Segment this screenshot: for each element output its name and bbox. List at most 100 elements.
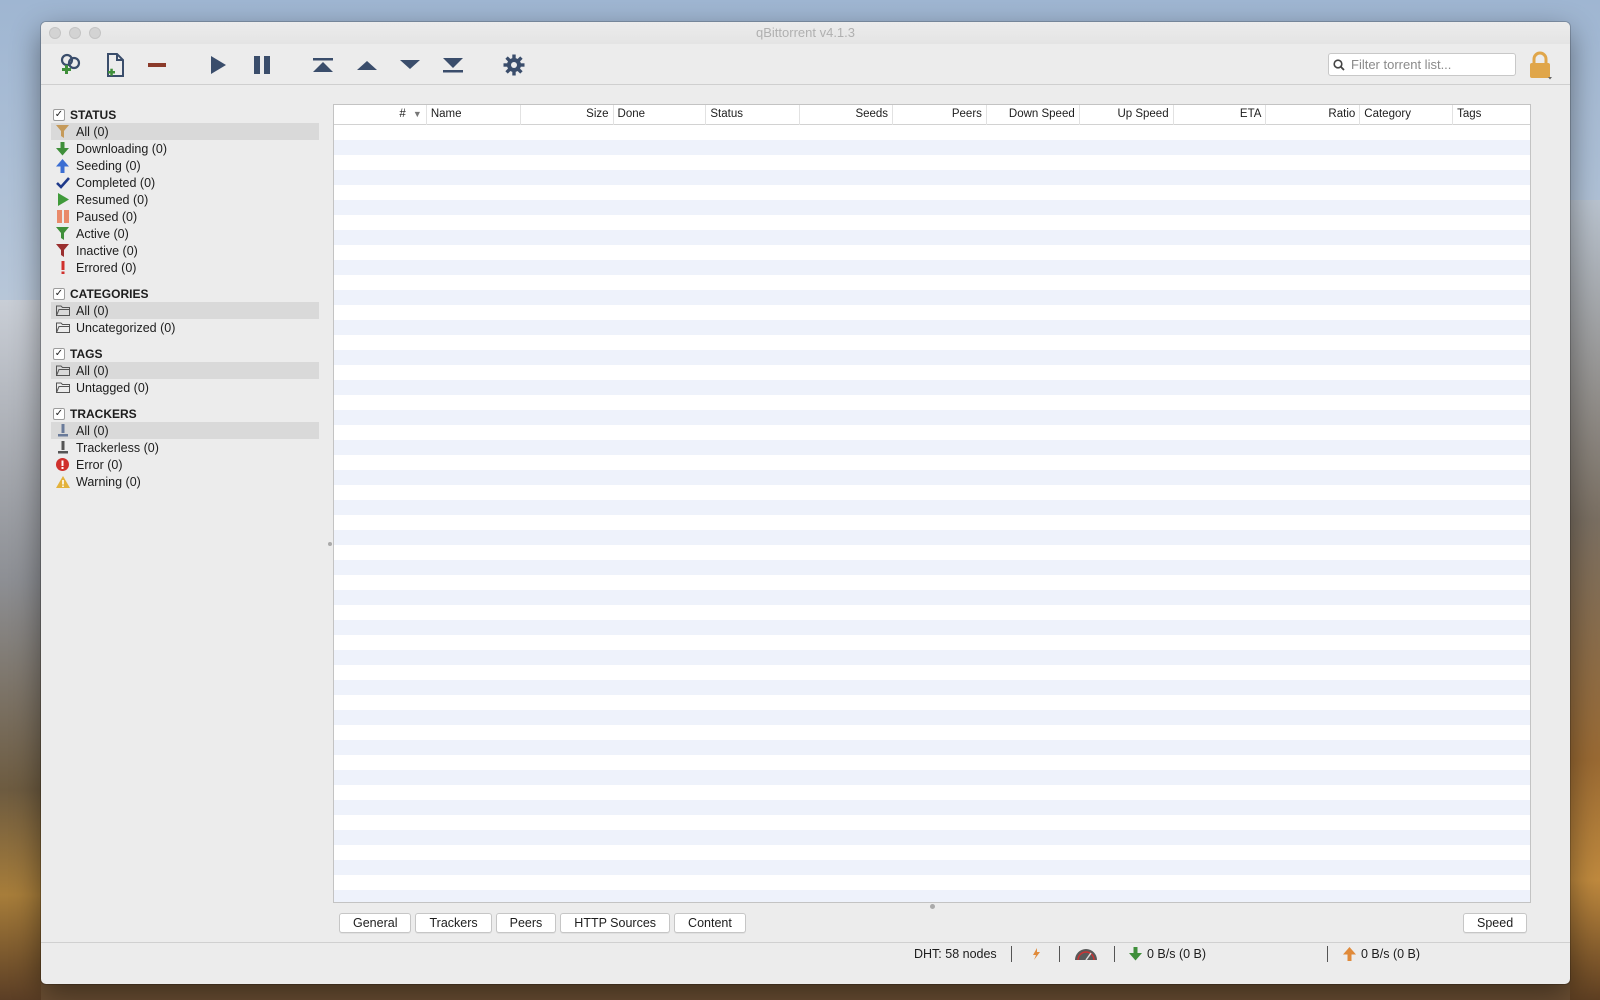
column-header-peers[interactable]: Peers (893, 105, 987, 125)
move-down-button[interactable] (395, 50, 425, 80)
arrow-down-icon (1129, 947, 1142, 961)
tag-filter-untagged[interactable]: Untagged (0) (51, 379, 319, 396)
connection-status-button[interactable] (1030, 945, 1042, 963)
empty-table-row (334, 845, 1530, 860)
empty-table-row (334, 260, 1530, 275)
status-filter-downloading[interactable]: Downloading (0) (51, 140, 319, 157)
column-header-name[interactable]: Name (427, 105, 521, 125)
status-filter-all[interactable]: All (0) (51, 123, 319, 140)
add-torrent-file-button[interactable] (100, 50, 130, 80)
status-filter-paused[interactable]: Paused (0) (51, 208, 319, 225)
tracker-filter-trackerless[interactable]: Trackerless (0) (51, 439, 319, 456)
category-filter-uncategorized[interactable]: Uncategorized (0) (51, 319, 319, 336)
column-label: # (399, 108, 406, 120)
toolbar (41, 44, 1570, 85)
column-label: Size (586, 108, 609, 120)
empty-table-row (334, 725, 1530, 740)
category-filter-all[interactable]: All (0) (51, 302, 319, 319)
tab-content[interactable]: Content (674, 913, 746, 933)
status-filter-errored[interactable]: Errored (0) (51, 259, 319, 276)
speed-tab-button[interactable]: Speed (1463, 913, 1528, 933)
empty-table-row (334, 740, 1530, 755)
column-header-size[interactable]: Size (521, 105, 614, 125)
zoom-window-button[interactable] (89, 27, 101, 39)
column-label: Ratio (1328, 108, 1356, 120)
alt-speed-limits-button[interactable] (1074, 945, 1098, 963)
status-filter-resumed[interactable]: Resumed (0) (51, 191, 319, 208)
column-header-category[interactable]: Category (1360, 105, 1454, 125)
filter-torrent-input[interactable] (1351, 57, 1511, 72)
empty-table-row (334, 830, 1530, 845)
trackers-section-checkbox[interactable]: ✓ (53, 407, 65, 420)
tag-filter-label: All (0) (76, 363, 109, 378)
upload-speed-status[interactable]: 0 B/s (0 B) (1343, 945, 1420, 963)
move-up-button[interactable] (352, 50, 382, 80)
tab-general[interactable]: General (339, 913, 412, 933)
minimize-window-button[interactable] (69, 27, 81, 39)
torrent-table[interactable]: # ▼ Name Size Done Status Seeds Peers Do… (333, 104, 1531, 903)
tracker-filter-warning[interactable]: Warning (0) (51, 473, 319, 490)
titlebar[interactable]: qBittorrent v4.1.3 (41, 22, 1570, 44)
column-header-status[interactable]: Status (706, 105, 801, 125)
column-header-tags[interactable]: Tags (1453, 105, 1530, 125)
move-down-icon (400, 60, 420, 69)
status-filter-inactive[interactable]: Inactive (0) (51, 242, 319, 259)
status-filter-completed[interactable]: Completed (0) (51, 174, 319, 191)
warning-icon (55, 475, 70, 488)
status-filter-label: Seeding (0) (76, 158, 141, 173)
empty-table-row (334, 800, 1530, 815)
tab-http-sources[interactable]: HTTP Sources (560, 913, 671, 933)
details-splitter-handle[interactable] (930, 904, 935, 909)
column-label: Status (710, 108, 743, 120)
empty-table-row (334, 470, 1530, 485)
move-bottom-button[interactable] (438, 50, 468, 80)
status-section-header[interactable]: ✓ STATUS (51, 106, 319, 123)
column-header-seeds[interactable]: Seeds (800, 105, 894, 125)
tags-section-checkbox[interactable]: ✓ (53, 347, 65, 360)
close-window-button[interactable] (49, 27, 61, 39)
tag-filter-all[interactable]: All (0) (51, 362, 319, 379)
column-header-ratio[interactable]: Ratio (1266, 105, 1361, 125)
column-header-eta[interactable]: ETA (1174, 105, 1267, 125)
delete-torrent-button[interactable] (142, 50, 172, 80)
column-header-number[interactable]: # ▼ (334, 105, 427, 125)
table-body (334, 125, 1530, 902)
move-top-button[interactable] (308, 50, 338, 80)
lock-button[interactable] (1525, 50, 1555, 82)
empty-table-row (334, 140, 1530, 155)
categories-section-checkbox[interactable]: ✓ (53, 287, 65, 300)
add-torrent-link-button[interactable] (56, 50, 86, 80)
column-header-up-speed[interactable]: Up Speed (1080, 105, 1174, 125)
window-controls (49, 27, 101, 39)
status-filter-seeding[interactable]: Seeding (0) (51, 157, 319, 174)
tags-section-header[interactable]: ✓ TAGS (51, 345, 319, 362)
download-speed-status[interactable]: 0 B/s (0 B) (1129, 945, 1206, 963)
tab-trackers[interactable]: Trackers (415, 913, 492, 933)
empty-table-row (334, 395, 1530, 410)
empty-table-row (334, 425, 1530, 440)
tracker-filter-error[interactable]: Error (0) (51, 456, 319, 473)
checkmark-icon (55, 177, 70, 189)
empty-table-row (334, 170, 1530, 185)
app-window: qBittorrent v4.1.3 Filter torrent list..… (41, 22, 1570, 984)
tab-peers[interactable]: Peers (495, 913, 557, 933)
play-icon (57, 193, 69, 206)
pause-button[interactable] (247, 50, 277, 80)
resume-button[interactable] (203, 50, 233, 80)
tracker-filter-all[interactable]: All (0) (51, 422, 319, 439)
empty-table-row (334, 680, 1530, 695)
status-filter-label: Downloading (0) (76, 141, 168, 156)
filter-icon (56, 125, 69, 138)
trackers-section-header[interactable]: ✓ TRACKERS (51, 405, 319, 422)
categories-section-header[interactable]: ✓ CATEGORIES (51, 285, 319, 302)
sidebar-splitter-handle[interactable] (328, 542, 332, 546)
column-header-done[interactable]: Done (614, 105, 707, 125)
status-filter-active[interactable]: Active (0) (51, 225, 319, 242)
tracker-filter-label: Warning (0) (76, 474, 141, 489)
empty-table-row (334, 710, 1530, 725)
column-header-down-speed[interactable]: Down Speed (987, 105, 1080, 125)
empty-table-row (334, 485, 1530, 500)
empty-table-row (334, 545, 1530, 560)
options-button[interactable] (499, 50, 529, 80)
status-section-checkbox[interactable]: ✓ (53, 108, 65, 121)
